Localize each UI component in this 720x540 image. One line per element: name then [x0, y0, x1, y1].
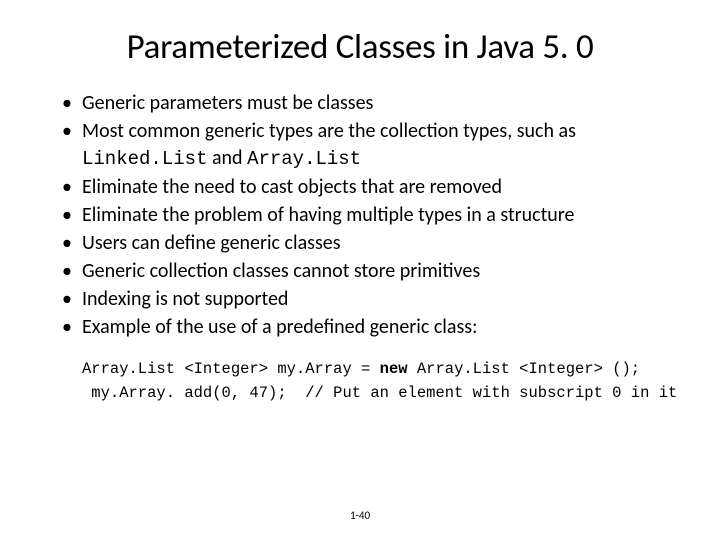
bullet-text: and	[207, 146, 247, 170]
code-keyword: new	[380, 360, 408, 378]
code-text: Array.List <Integer> ();	[408, 360, 641, 378]
code-text: Array.List <Integer> my.Array =	[82, 360, 380, 378]
bullet-text: Most common generic types are the collec…	[82, 119, 576, 143]
code-block: Array.List <Integer> my.Array = new Arra…	[40, 357, 680, 405]
code-inline: Array.List	[247, 148, 361, 170]
code-text: my.Array. add(0, 47); // Put an element …	[82, 384, 677, 402]
page-number: 1-40	[0, 509, 720, 522]
bullet-item: Generic collection classes cannot store …	[62, 258, 680, 285]
bullet-item: Indexing is not supported	[62, 286, 680, 313]
code-inline: Linked.List	[82, 148, 207, 170]
bullet-item: Generic parameters must be classes	[62, 90, 680, 117]
bullet-item: Eliminate the need to cast objects that …	[62, 174, 680, 201]
bullet-list: Generic parameters must be classes Most …	[40, 90, 680, 341]
bullet-item: Users can define generic classes	[62, 230, 680, 257]
slide-title: Parameterized Classes in Java 5. 0	[40, 26, 680, 68]
bullet-item: Example of the use of a predefined gener…	[62, 314, 680, 341]
bullet-item: Most common generic types are the collec…	[62, 118, 680, 173]
bullet-item: Eliminate the problem of having multiple…	[62, 202, 680, 229]
